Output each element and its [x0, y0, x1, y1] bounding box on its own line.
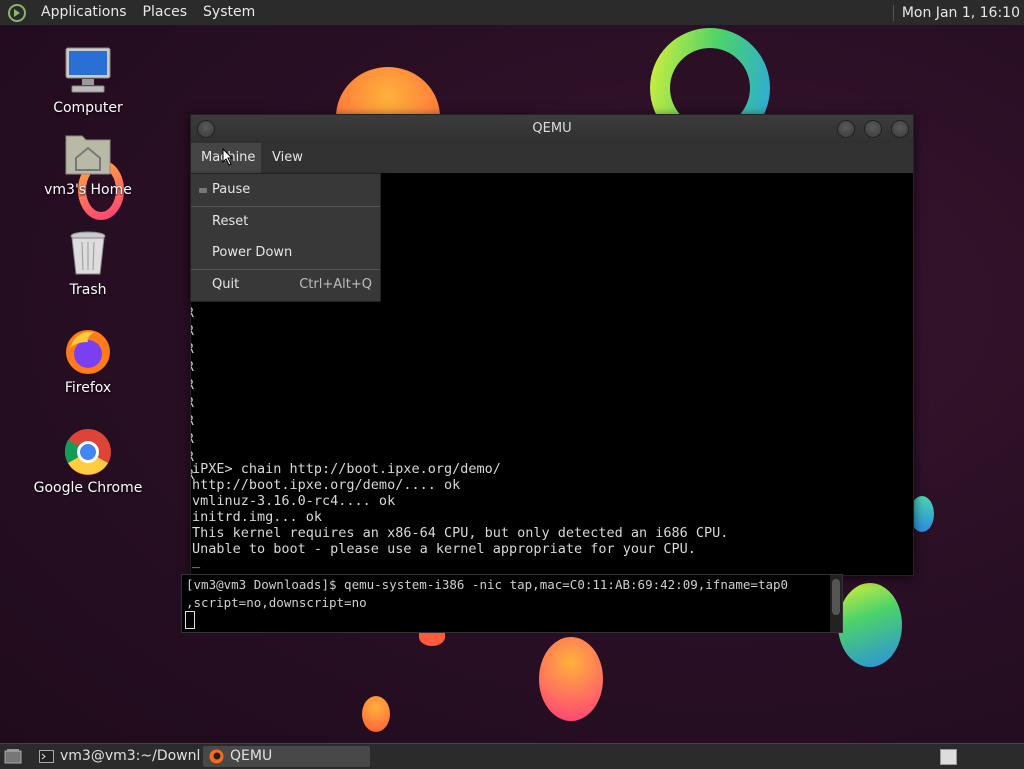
console-cursor: _ [192, 553, 201, 569]
console-clipped-char: R [191, 413, 194, 431]
taskbar-item-qemu[interactable]: QEMU [203, 746, 370, 767]
scrollbar-thumb[interactable] [832, 579, 840, 615]
menu-item-label: Quit [212, 277, 240, 292]
menu-item-power-down[interactable]: Power Down [191, 239, 380, 267]
console-clipped-char: R [191, 431, 194, 449]
terminal-line: ,script=no,downscript=no [186, 595, 367, 610]
menu-view[interactable]: View [262, 143, 313, 173]
taskbar-item-terminal[interactable]: vm3@vm3:~/Downl... [33, 746, 201, 767]
console-clipped-char: R [191, 305, 194, 323]
checkbox-icon [199, 188, 207, 193]
distro-logo-icon[interactable] [7, 3, 27, 23]
desktop-icon-label: Google Chrome [33, 480, 143, 496]
desktop-icon-home[interactable]: vm3's Home [28, 128, 148, 198]
console-clipped-char: R [191, 377, 194, 395]
console-line: iPXE> chain http://boot.ipxe.org/demo/ [192, 461, 501, 477]
desktop-icon-label: Computer [53, 100, 123, 116]
console-line: Unable to boot - please use a kernel app… [192, 541, 696, 557]
terminal-scrollbar[interactable] [830, 575, 842, 632]
clock[interactable]: Mon Jan 1, 16:10 [902, 5, 1020, 21]
taskbar-item-label: QEMU [230, 748, 273, 764]
system-menu[interactable]: System [195, 0, 263, 25]
machine-dropdown-menu: Pause Reset Power Down Quit Ctrl+Alt+Q [190, 173, 381, 302]
desktop-icon-chrome[interactable]: Google Chrome [28, 426, 148, 496]
window-title: QEMU [532, 121, 572, 136]
trash-icon [62, 228, 114, 280]
menu-item-shortcut: Ctrl+Alt+Q [299, 277, 372, 292]
menu-item-pause[interactable]: Pause [191, 176, 380, 204]
wallpaper-small-blob [362, 696, 390, 732]
workspace-switcher[interactable] [940, 749, 957, 765]
terminal-cursor [185, 611, 195, 629]
console-clipped-char: R [191, 341, 194, 359]
console-clipped-char: R [191, 359, 194, 377]
wallpaper-pink-blob [539, 637, 603, 721]
chrome-icon [62, 426, 114, 478]
desktop-icon-label: Trash [69, 282, 107, 298]
qemu-titlebar[interactable]: QEMU [191, 115, 913, 143]
show-desktop-icon[interactable] [4, 748, 22, 764]
panel-separator [892, 4, 894, 21]
menu-item-label: Pause [212, 182, 251, 197]
menu-item-quit[interactable]: Quit Ctrl+Alt+Q [191, 271, 380, 299]
minimize-button[interactable] [837, 120, 855, 138]
desktop-icon-label: vm3's Home [44, 182, 132, 198]
console-line: This kernel requires an x86-64 CPU, but … [192, 525, 729, 541]
home-folder-icon [62, 128, 114, 180]
taskbar: vm3@vm3:~/Downl... QEMU [0, 743, 1024, 769]
applications-menu[interactable]: Applications [33, 0, 135, 25]
maximize-button[interactable] [864, 120, 882, 138]
desktop-icon-trash[interactable]: Trash [28, 228, 148, 298]
menu-item-reset[interactable]: Reset [191, 208, 380, 236]
console-line: vmlinuz-3.16.0-rc4.... ok [192, 493, 396, 509]
window-menu-icon[interactable] [197, 120, 215, 138]
places-menu[interactable]: Places [135, 0, 196, 25]
console-line: http://boot.ipxe.org/demo/.... ok [192, 477, 461, 493]
desktop-icon-computer[interactable]: Computer [28, 46, 148, 116]
qemu-icon [209, 749, 224, 764]
taskbar-item-label: vm3@vm3:~/Downl... [60, 748, 201, 764]
menu-separator [191, 269, 380, 270]
desktop-icon-firefox[interactable]: Firefox [28, 326, 148, 396]
menu-separator [191, 206, 380, 207]
console-line: initrd.img... ok [192, 509, 323, 525]
menu-item-label: Power Down [212, 245, 293, 260]
mouse-pointer-icon [222, 147, 234, 170]
wallpaper-blue-blob [838, 583, 902, 667]
terminal-line: [vm3@vm3 Downloads]$ qemu-system-i386 -n… [186, 577, 789, 592]
desktop-icon-label: Firefox [64, 380, 112, 396]
menu-item-label: Reset [212, 214, 249, 229]
terminal-icon [39, 749, 54, 764]
close-button[interactable] [891, 120, 909, 138]
firefox-icon [62, 326, 114, 378]
console-clipped-char: R [191, 395, 194, 413]
top-panel: Applications Places System Mon Jan 1, 16… [0, 0, 1024, 26]
console-clipped-char: R [191, 323, 194, 341]
terminal-window[interactable]: [vm3@vm3 Downloads]$ qemu-system-i386 -n… [181, 574, 843, 633]
qemu-menubar: Machine View [191, 143, 913, 174]
computer-icon [62, 46, 114, 98]
